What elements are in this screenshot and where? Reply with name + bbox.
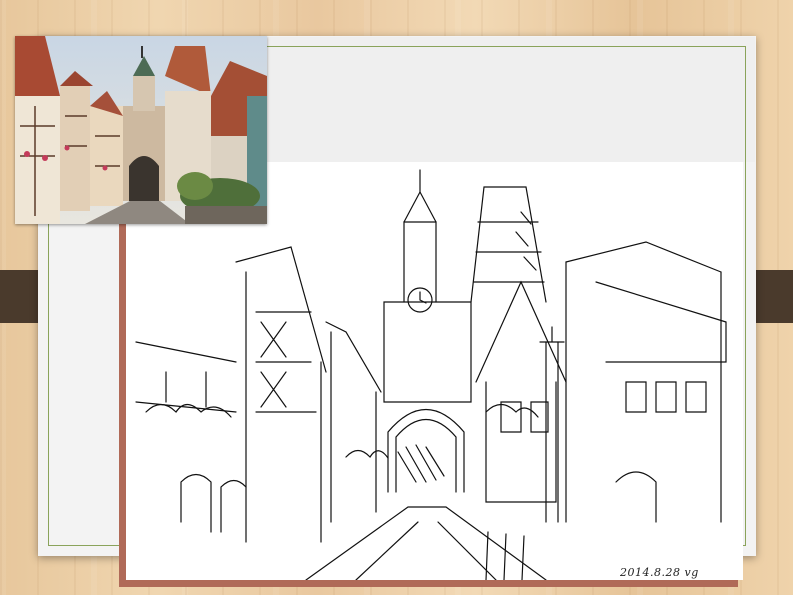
sketch-signature: 2014.8.28 vg	[620, 566, 699, 579]
street-photo	[15, 36, 267, 224]
street-photo-icon	[15, 36, 267, 224]
pen-sketch-icon	[135, 169, 727, 580]
street-sketch-image	[126, 162, 743, 580]
